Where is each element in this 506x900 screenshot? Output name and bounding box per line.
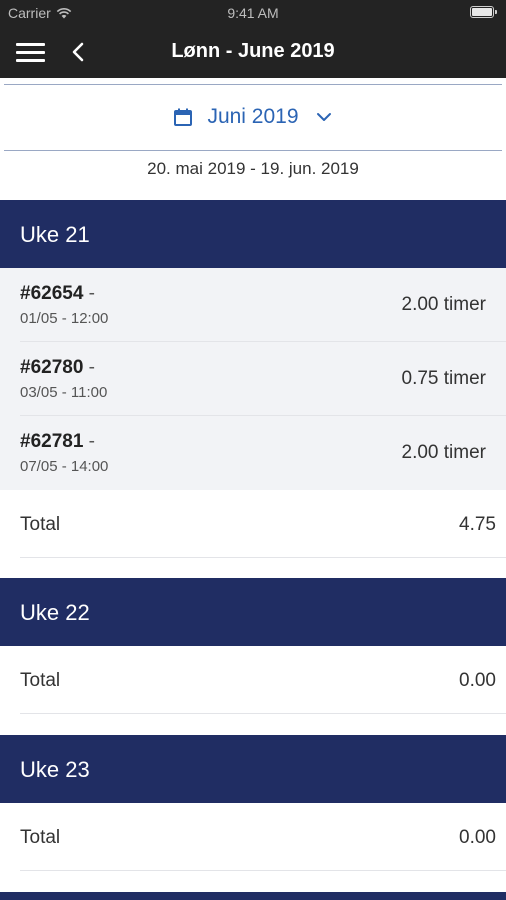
week-total-row: Total 4.75: [0, 490, 506, 558]
shift-id: #62781: [20, 431, 84, 452]
total-label: Total: [20, 827, 61, 848]
week-header: [0, 892, 506, 900]
month-selector-area: Juni 2019 20. mai 2019 - 19. jun. 2019: [0, 78, 506, 200]
shift-id: #62654: [20, 283, 84, 304]
shift-row[interactable]: #62780 - 03/05 - 11:00 0.75 timer: [0, 342, 506, 416]
week-title: Uke 21: [20, 222, 90, 247]
shift-datetime: 01/05 - 12:00: [20, 310, 109, 327]
week-header: Uke 22: [0, 578, 506, 646]
shift-id: #62780: [20, 357, 84, 378]
status-time: 9:41 AM: [227, 5, 279, 21]
week-header: Uke 23: [0, 735, 506, 803]
shift-datetime: 07/05 - 14:00: [20, 458, 109, 475]
week-total-row: Total 0.00: [0, 803, 506, 871]
battery-icon: [470, 6, 497, 18]
shift-datetime: 03/05 - 11:00: [20, 384, 108, 401]
total-value: 0.00: [459, 827, 496, 848]
calendar-icon: [174, 108, 193, 126]
week-entries: #62654 - 01/05 - 12:00 2.00 timer #62780…: [0, 268, 506, 490]
status-bar: Carrier 9:41 AM: [0, 0, 506, 26]
week-total-row: Total 0.00: [0, 646, 506, 714]
chevron-down-icon: [316, 113, 331, 121]
month-dropdown[interactable]: Juni 2019: [0, 102, 506, 132]
shift-hours: 2.00 timer: [401, 294, 486, 315]
period-range: 20. mai 2019 - 19. jun. 2019: [147, 159, 359, 178]
week-title: Uke 22: [20, 600, 90, 625]
week-title: Uke 23: [20, 757, 90, 782]
page-title: Lønn - June 2019: [171, 40, 335, 62]
week-header: Uke 21: [0, 200, 506, 268]
total-label: Total: [20, 670, 61, 691]
shift-hours: 0.75 timer: [401, 368, 486, 389]
total-value: 0.00: [459, 670, 496, 691]
nav-bar: Lønn - June 2019: [0, 26, 506, 78]
shift-row[interactable]: #62654 - 01/05 - 12:00 2.00 timer: [0, 268, 506, 342]
divider: [4, 150, 502, 151]
shift-row[interactable]: #62781 - 07/05 - 14:00 2.00 timer: [0, 416, 506, 490]
month-label: Juni 2019: [207, 105, 299, 128]
shift-hours: 2.00 timer: [401, 442, 486, 463]
total-label: Total: [20, 514, 61, 535]
divider: [4, 84, 502, 85]
total-value: 4.75: [459, 514, 496, 535]
